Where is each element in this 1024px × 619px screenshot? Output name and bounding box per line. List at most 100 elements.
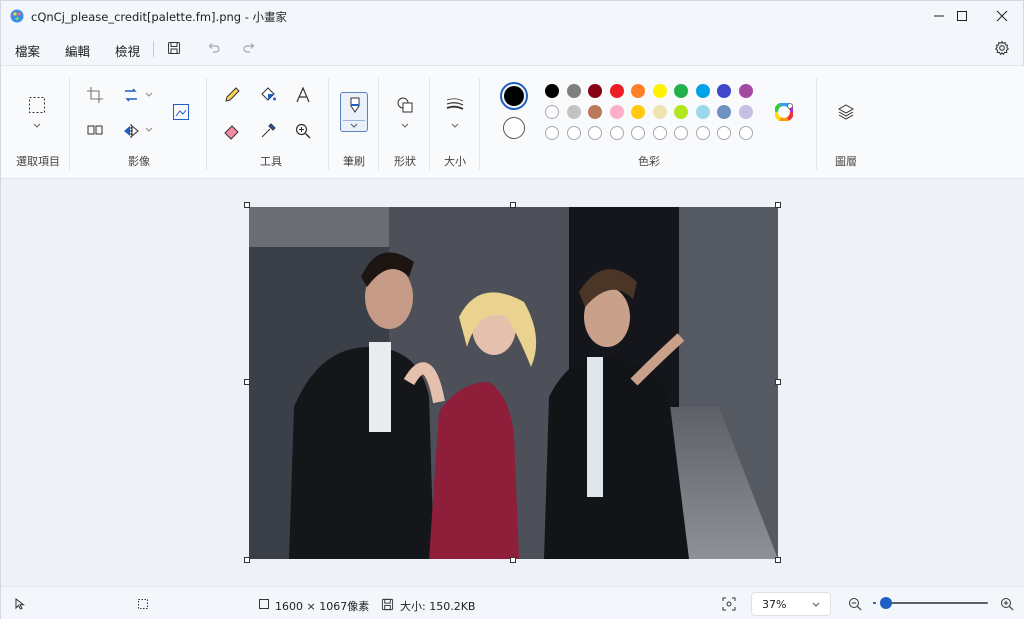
select-dropdown-icon[interactable]: [33, 123, 41, 129]
text-icon: [296, 86, 310, 103]
custom-color-slot[interactable]: [609, 126, 624, 140]
resize-button[interactable]: [82, 118, 108, 144]
palette-swatch[interactable]: [631, 84, 645, 98]
fit-to-window-button[interactable]: [721, 596, 737, 612]
magnifier-icon: [295, 123, 311, 139]
palette-swatch[interactable]: [545, 84, 559, 98]
custom-color-slot[interactable]: [738, 126, 753, 140]
magnifier-tool-button[interactable]: [290, 118, 316, 144]
menu-view[interactable]: 檢視: [111, 39, 144, 62]
primary-color-selector[interactable]: [500, 82, 528, 110]
custom-color-slot[interactable]: [588, 126, 602, 140]
eraser-tool-button[interactable]: [219, 118, 245, 144]
stroke-size-button[interactable]: [442, 92, 468, 118]
zoom-dropdown[interactable]: 37%: [751, 592, 831, 616]
eraser-icon: [224, 125, 239, 140]
flip-dropdown-icon[interactable]: [145, 127, 153, 133]
text-tool-button[interactable]: [290, 82, 316, 108]
group-separator: [479, 78, 480, 170]
rotate-button[interactable]: [118, 82, 144, 108]
palette-swatch[interactable]: [566, 105, 581, 119]
group-label-tools: 工具: [260, 155, 282, 168]
resize-handle-top[interactable]: [510, 202, 516, 208]
palette-swatch[interactable]: [695, 84, 710, 98]
custom-color-slot[interactable]: [545, 126, 559, 140]
rotate-icon: [125, 88, 137, 102]
menu-file[interactable]: 檔案: [11, 39, 44, 62]
image-properties-button[interactable]: [168, 99, 194, 125]
custom-color-slot[interactable]: [695, 126, 710, 140]
edit-colors-button[interactable]: [771, 99, 797, 125]
flip-button[interactable]: [118, 118, 144, 144]
close-button[interactable]: [979, 1, 1024, 31]
save-button[interactable]: [163, 37, 185, 59]
brushes-button[interactable]: [340, 92, 368, 132]
palette-swatch[interactable]: [566, 84, 581, 98]
rotate-dropdown-icon[interactable]: [145, 92, 153, 98]
save-icon: [168, 42, 180, 54]
color-picker-button[interactable]: [255, 118, 281, 144]
palette-swatch[interactable]: [609, 105, 624, 119]
select-tool-button[interactable]: [24, 92, 50, 118]
menu-bar: 檔案 編輯 檢視: [1, 31, 1024, 65]
zoom-in-icon: [1001, 598, 1014, 611]
photo-of-three-people: [249, 207, 778, 559]
palette-swatch[interactable]: [738, 84, 753, 98]
color-wheel-icon: [775, 103, 793, 121]
zoom-out-button[interactable]: [847, 596, 863, 612]
custom-color-slot[interactable]: [566, 126, 581, 140]
palette-swatch[interactable]: [631, 105, 645, 119]
custom-color-slot[interactable]: [674, 126, 688, 140]
size-dropdown-icon[interactable]: [451, 123, 459, 129]
window-title: cQnCj_please_credit[palette.fm].png - 小畫…: [31, 10, 288, 24]
palette-swatch[interactable]: [545, 105, 559, 119]
zoom-slider-thumb[interactable]: [880, 597, 892, 609]
settings-button[interactable]: [991, 37, 1013, 59]
palette-swatch[interactable]: [717, 105, 731, 119]
canvas-image[interactable]: [249, 207, 778, 559]
palette-swatch[interactable]: [695, 105, 710, 119]
crop-button[interactable]: [82, 82, 108, 108]
group-label-layers: 圖層: [835, 155, 857, 168]
palette-swatch[interactable]: [652, 105, 667, 119]
shapes-button[interactable]: [392, 92, 418, 118]
undo-icon: [208, 43, 220, 53]
palette-swatch[interactable]: [738, 105, 753, 119]
resize-handle-bottom-right[interactable]: [775, 557, 781, 563]
resize-icon: [87, 125, 103, 135]
primary-color-swatch: [504, 86, 524, 106]
palette-swatch[interactable]: [588, 105, 602, 119]
zoom-value: 37%: [762, 598, 787, 611]
zoom-slider-track[interactable]: [881, 602, 988, 604]
palette-swatch[interactable]: [717, 84, 731, 98]
resize-handle-right[interactable]: [775, 379, 781, 385]
palette-swatch[interactable]: [652, 84, 667, 98]
resize-handle-bottom[interactable]: [510, 557, 516, 563]
zoom-out-icon: [849, 598, 862, 611]
layers-button[interactable]: [833, 99, 859, 125]
secondary-color-selector[interactable]: [503, 117, 525, 139]
pencil-tool-button[interactable]: [219, 82, 245, 108]
shapes-dropdown-icon[interactable]: [401, 123, 409, 129]
palette-swatch[interactable]: [609, 84, 624, 98]
menu-edit[interactable]: 編輯: [61, 39, 94, 62]
resize-handle-top-left[interactable]: [244, 202, 250, 208]
palette-swatch[interactable]: [588, 84, 602, 98]
custom-color-slot[interactable]: [717, 126, 731, 140]
palette-swatch[interactable]: [674, 84, 688, 98]
brush-divider: [343, 120, 365, 121]
undo-button[interactable]: [203, 37, 225, 59]
palette-swatch[interactable]: [674, 105, 688, 119]
group-separator: [429, 78, 430, 170]
fill-tool-button[interactable]: [255, 82, 281, 108]
zoom-in-button[interactable]: [999, 596, 1015, 612]
resize-handle-left[interactable]: [244, 379, 250, 385]
image-resize-icon: [173, 104, 189, 120]
custom-color-slot[interactable]: [652, 126, 667, 140]
resize-handle-bottom-left[interactable]: [244, 557, 250, 563]
ribbon-toolbar: 選取項目 影像 工具 筆刷 形狀 大小 色彩 圖層: [1, 65, 1024, 179]
custom-color-slot[interactable]: [631, 126, 645, 140]
resize-handle-top-right[interactable]: [775, 202, 781, 208]
brush-icon: [350, 97, 360, 113]
redo-button[interactable]: [238, 37, 260, 59]
